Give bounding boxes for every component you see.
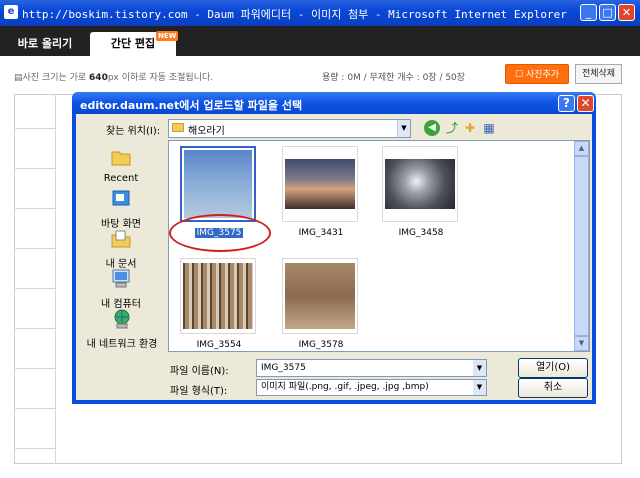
grid-line bbox=[14, 408, 55, 409]
file-thumbnail[interactable] bbox=[282, 258, 358, 334]
network-icon bbox=[114, 309, 130, 329]
desktop-icon bbox=[112, 190, 130, 206]
file-thumbnail[interactable] bbox=[180, 258, 256, 334]
browser-window-title: http://boskim.tistory.com - Daum 파워에디터 -… bbox=[22, 8, 567, 21]
places-my-computer[interactable]: 내 컴퓨터 bbox=[88, 268, 154, 310]
dialog-help-button[interactable]: ? bbox=[558, 95, 575, 112]
scroll-down-icon[interactable]: ▼ bbox=[574, 336, 589, 351]
chevron-down-icon[interactable]: ▼ bbox=[473, 360, 486, 376]
places-recent[interactable]: Recent bbox=[88, 146, 154, 184]
file-type-dropdown[interactable]: 이미지 파일(.png, .gif, .jpeg, .jpg ,bmp) bbox=[256, 379, 487, 396]
file-thumbnail[interactable] bbox=[282, 146, 358, 222]
window-close-button[interactable]: ✕ bbox=[618, 4, 635, 21]
file-thumbnail-selected[interactable] bbox=[180, 146, 256, 222]
tab-direct-upload[interactable]: 바로 올리기 bbox=[8, 32, 82, 56]
grid-line bbox=[14, 208, 55, 209]
my-documents-icon bbox=[111, 230, 131, 248]
ie-logo-icon: e bbox=[4, 5, 18, 19]
recent-folder-icon bbox=[111, 151, 131, 166]
grid-line bbox=[14, 288, 55, 289]
image-preview bbox=[183, 263, 253, 329]
upload-stats: 용량 : 0M / 무제한 개수 : 0장 / 50장 bbox=[322, 73, 466, 83]
image-preview bbox=[385, 159, 455, 209]
grid-line bbox=[14, 448, 55, 449]
scroll-up-icon[interactable]: ▲ bbox=[574, 141, 589, 156]
file-name-label[interactable]: IMG_3578 bbox=[276, 340, 366, 350]
file-type-label: 파일 형식(T): bbox=[170, 386, 228, 397]
maximize-button[interactable]: □ bbox=[599, 4, 616, 21]
file-name-label[interactable]: IMG_3431 bbox=[276, 228, 366, 238]
places-label: Recent bbox=[103, 173, 139, 184]
back-icon[interactable]: ◀ bbox=[424, 120, 440, 136]
grid-line bbox=[14, 368, 55, 369]
views-menu-icon[interactable]: ▦ bbox=[481, 120, 497, 136]
new-badge: NEW bbox=[156, 31, 179, 41]
new-folder-icon[interactable]: ✚ bbox=[462, 120, 478, 136]
minimize-button[interactable]: _ bbox=[580, 4, 597, 21]
chevron-down-icon[interactable]: ▼ bbox=[473, 380, 486, 395]
folder-icon bbox=[172, 123, 184, 132]
open-button[interactable]: 열기(O) bbox=[518, 358, 588, 378]
image-preview bbox=[285, 159, 355, 209]
places-network[interactable]: 내 네트워크 환경 bbox=[82, 308, 162, 350]
cancel-button[interactable]: 취소 bbox=[518, 378, 588, 398]
places-my-documents[interactable]: 내 문서 bbox=[88, 228, 154, 270]
file-name-input[interactable] bbox=[256, 359, 487, 377]
dialog-close-button[interactable]: ✕ bbox=[577, 95, 594, 112]
grid-line bbox=[14, 328, 55, 329]
image-preview bbox=[285, 263, 355, 329]
file-name-label[interactable]: IMG_3458 bbox=[376, 228, 466, 238]
places-desktop[interactable]: 바탕 화면 bbox=[88, 188, 154, 230]
image-preview bbox=[184, 150, 252, 218]
file-name-label-text: 파일 이름(N): bbox=[170, 366, 229, 377]
grid-line bbox=[14, 248, 55, 249]
size-notice: ▤사진 크기는 가로 640px 이하로 자동 조절됩니다. bbox=[14, 73, 214, 83]
annotation-circle bbox=[169, 214, 271, 252]
my-computer-icon bbox=[112, 269, 130, 288]
look-in-value: 해오라기 bbox=[188, 126, 225, 137]
dialog-title: editor.daum.net에서 업로드할 파일을 선택 bbox=[80, 99, 303, 112]
scrollbar-thumb[interactable] bbox=[574, 156, 589, 336]
photo-grid-divider bbox=[55, 94, 56, 464]
grid-line bbox=[14, 128, 55, 129]
add-photo-button[interactable]: ☐ 사진추가 bbox=[505, 64, 569, 84]
chevron-down-icon[interactable]: ▼ bbox=[397, 120, 410, 137]
delete-all-button[interactable]: 전체삭제 bbox=[575, 64, 622, 84]
file-name-label[interactable]: IMG_3554 bbox=[174, 340, 264, 350]
up-folder-icon[interactable]: ⤴ bbox=[444, 120, 460, 136]
grid-line bbox=[14, 168, 55, 169]
places-label: 내 네트워크 환경 bbox=[86, 339, 158, 350]
file-thumbnail[interactable] bbox=[382, 146, 458, 222]
look-in-label: 찾는 위치(I): bbox=[106, 126, 161, 137]
